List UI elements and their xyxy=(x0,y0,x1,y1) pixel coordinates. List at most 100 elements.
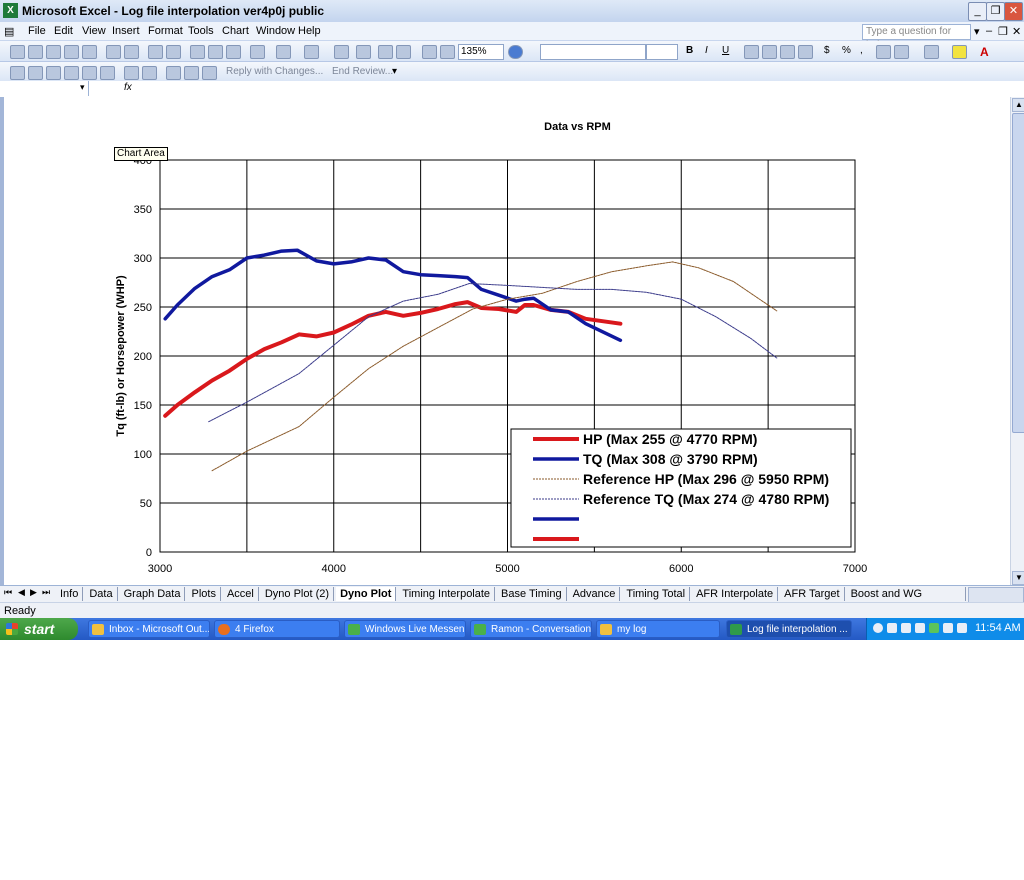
new-icon[interactable] xyxy=(10,45,25,59)
sheet-tab[interactable]: Data xyxy=(85,587,118,601)
previous-comment-icon[interactable] xyxy=(100,66,115,80)
task-excel[interactable]: Log file interpolation ... xyxy=(726,620,852,638)
percent-button[interactable]: % xyxy=(842,45,851,56)
chevron-down-icon[interactable]: ▾ xyxy=(80,82,85,93)
fill-color-icon[interactable] xyxy=(952,45,967,59)
sheet-tab[interactable]: Dyno Plot (2) xyxy=(261,587,335,601)
underline-button[interactable]: U xyxy=(722,45,729,56)
next-comment-icon[interactable] xyxy=(124,66,139,80)
menu-format[interactable]: Format xyxy=(148,25,183,37)
menu-tools[interactable]: Tools xyxy=(188,25,214,37)
vertical-scrollbar[interactable]: ▲ ▼ xyxy=(1010,97,1024,585)
restore-button[interactable]: ❐ xyxy=(986,2,1005,21)
sort-descending-icon[interactable] xyxy=(396,45,411,59)
format-painter-icon[interactable] xyxy=(250,45,265,59)
print-icon[interactable] xyxy=(106,45,121,59)
menu-window[interactable]: Window xyxy=(256,25,295,37)
document-icon[interactable]: ▤ xyxy=(4,25,14,38)
spelling-icon[interactable] xyxy=(148,45,163,59)
increase-decimal-icon[interactable] xyxy=(876,45,891,59)
undo-icon[interactable] xyxy=(276,45,291,59)
sheet-tab[interactable]: AFR Interpolate xyxy=(692,587,779,601)
sheet-tab[interactable]: Timing Interpolate xyxy=(398,587,496,601)
scroll-thumb[interactable] xyxy=(1012,113,1024,433)
email-icon[interactable] xyxy=(82,45,97,59)
font-size-select[interactable] xyxy=(646,44,678,60)
menu-edit[interactable]: Edit xyxy=(54,25,73,37)
doc-minimize-button[interactable]: – xyxy=(986,25,992,37)
accept-change-icon[interactable] xyxy=(184,66,199,80)
doc-restore-button[interactable]: ❐ xyxy=(998,25,1008,38)
task-conversation[interactable]: Ramon - Conversation xyxy=(470,620,592,638)
show-comments-icon[interactable] xyxy=(28,66,43,80)
tray-expand-icon[interactable] xyxy=(873,623,883,633)
formula-input[interactable] xyxy=(136,81,1024,96)
sheet-tab[interactable]: Info xyxy=(56,587,84,601)
save-icon[interactable] xyxy=(46,45,61,59)
menu-view[interactable]: View xyxy=(82,25,106,37)
sheet-tab[interactable]: Dyno Plot xyxy=(336,587,397,601)
redo-icon[interactable] xyxy=(304,45,319,59)
menu-file[interactable]: File xyxy=(28,25,46,37)
scroll-up-icon[interactable]: ▲ xyxy=(1012,98,1024,112)
font-name-select[interactable] xyxy=(540,44,646,60)
ink-annotations-icon[interactable] xyxy=(82,66,97,80)
next-sheet-icon[interactable]: ▶ xyxy=(30,587,37,598)
sort-ascending-icon[interactable] xyxy=(378,45,393,59)
messenger-tray-icon[interactable] xyxy=(929,623,939,633)
sheet-tab[interactable]: Plots xyxy=(187,587,221,601)
antivirus-tray-icon[interactable] xyxy=(915,623,925,633)
merge-center-icon[interactable] xyxy=(798,45,813,59)
hide-comment-icon[interactable] xyxy=(142,66,157,80)
toolbar-options-icon[interactable]: ▾ xyxy=(392,66,397,77)
chevron-down-icon[interactable]: ▾ xyxy=(974,25,980,38)
align-left-icon[interactable] xyxy=(744,45,759,59)
print-preview-icon[interactable] xyxy=(124,45,139,59)
sheet-tab[interactable]: Base Timing xyxy=(497,587,567,601)
sheet-tab[interactable]: Graph Data xyxy=(120,587,186,601)
borders-icon[interactable] xyxy=(924,45,939,59)
scroll-down-icon[interactable]: ▼ xyxy=(1012,571,1024,585)
close-button[interactable]: ✕ xyxy=(1004,2,1023,21)
track-changes-icon[interactable] xyxy=(166,66,181,80)
currency-button[interactable]: $ xyxy=(824,45,830,56)
research-icon[interactable] xyxy=(166,45,181,59)
help-search-input[interactable]: Type a question for help xyxy=(862,24,971,51)
zoom-select[interactable]: 135% xyxy=(458,44,504,60)
name-box[interactable] xyxy=(0,81,89,96)
network-tray-icon[interactable] xyxy=(901,623,911,633)
first-sheet-icon[interactable]: ⏮ xyxy=(4,587,12,598)
task-my-log[interactable]: my log xyxy=(596,620,720,638)
delete-comment-icon[interactable] xyxy=(64,66,79,80)
doc-close-button[interactable]: ✕ xyxy=(1012,25,1021,38)
sheet-tab[interactable]: Accel xyxy=(223,587,259,601)
excel-icon[interactable]: X xyxy=(3,3,18,18)
insert-function-icon[interactable]: fx xyxy=(124,82,132,93)
italic-button[interactable]: I xyxy=(705,45,708,56)
sheet-tab[interactable]: Advance xyxy=(569,587,621,601)
autosum-icon[interactable] xyxy=(356,45,371,59)
new-comment-icon[interactable] xyxy=(10,66,25,80)
task-firefox[interactable]: 4 Firefox xyxy=(214,620,340,638)
menu-help[interactable]: Help xyxy=(298,25,321,37)
menu-insert[interactable]: Insert xyxy=(112,25,140,37)
horizontal-scrollbar[interactable] xyxy=(968,587,1024,603)
sheet-tab[interactable]: Timing Total xyxy=(622,587,691,601)
chart-wizard-icon[interactable] xyxy=(422,45,437,59)
last-sheet-icon[interactable]: ⏭ xyxy=(42,587,50,598)
menu-chart[interactable]: Chart xyxy=(222,25,249,37)
font-color-icon[interactable]: A xyxy=(980,45,989,59)
volume-tray-icon[interactable] xyxy=(957,623,967,633)
sheet-tab[interactable]: AFR Target xyxy=(780,587,845,601)
minimize-button[interactable]: _ xyxy=(968,2,987,21)
help-icon[interactable] xyxy=(508,45,523,59)
mail-tray-icon[interactable] xyxy=(887,623,897,633)
sheet-tab[interactable]: Boost and WG interpolat xyxy=(847,587,966,603)
hyperlink-icon[interactable] xyxy=(334,45,349,59)
align-right-icon[interactable] xyxy=(780,45,795,59)
task-outlook[interactable]: Inbox - Microsoft Out... xyxy=(88,620,210,638)
align-center-icon[interactable] xyxy=(762,45,777,59)
end-review-button[interactable]: End Review... xyxy=(332,66,393,77)
reply-with-changes-button[interactable]: Reply with Changes... xyxy=(226,66,323,77)
edit-comment-icon[interactable] xyxy=(46,66,61,80)
